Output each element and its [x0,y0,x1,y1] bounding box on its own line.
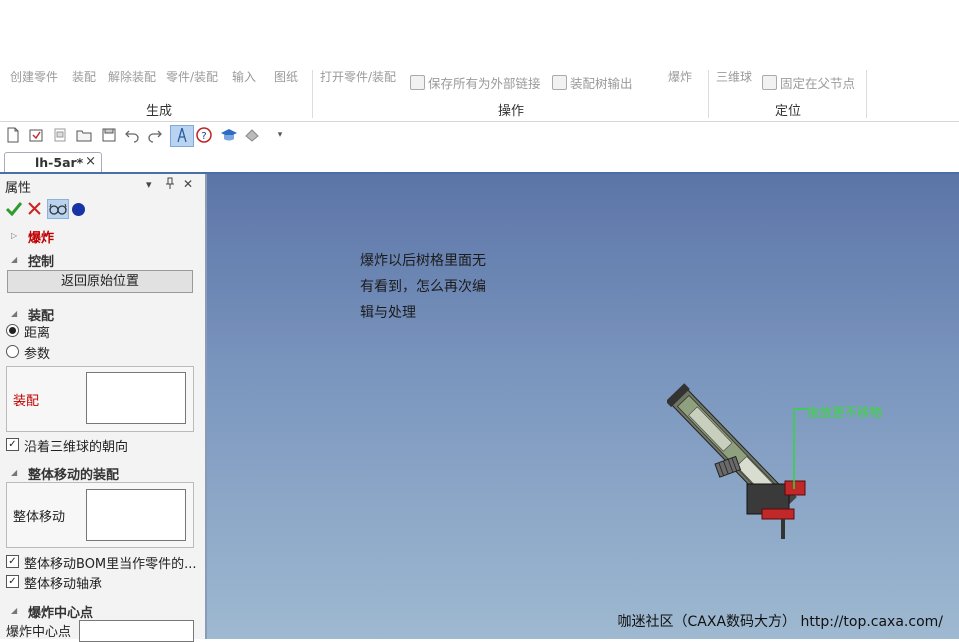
radio-param[interactable] [6,345,19,358]
assembly-select-group: 装配 [6,366,194,432]
panel-close-icon[interactable]: ✕ [183,177,193,191]
ribbon-open-part-button[interactable]: 打开零件/装配 [320,64,396,86]
ribbon-explode-button[interactable]: 爆炸 [668,64,692,86]
render-sphere-icon[interactable] [244,127,260,143]
ribbon-create-part-button[interactable]: 创建零件 [10,64,58,86]
save-link-icon [410,75,425,90]
section-control: 控制 [28,255,55,270]
svg-text:?: ? [201,131,206,142]
chk-whole-bom[interactable]: ✓ [6,555,19,568]
collapse-arrow-icon[interactable]: ◢ [11,468,17,477]
collapse-arrow-icon[interactable]: ◢ [11,255,17,264]
panel-pin-icon[interactable] [165,177,175,192]
chk-triball-label: 沿着三维球的朝向 [24,440,129,455]
ribbon-separator [708,70,709,118]
new-file-icon[interactable] [5,127,21,143]
document-tab-title: lh-5ar* [35,155,84,170]
chk-whole-bearing[interactable]: ✓ [6,575,19,588]
annotation-note: 爆炸以后树格里面无 有看到，怎么再次编 辑与处理 [360,248,520,326]
document-tab[interactable]: lh-5ar* × [4,152,102,173]
save-external-button[interactable]: 保存所有为外部链接 [410,73,541,92]
design-tree-icon[interactable] [170,125,194,147]
ribbon-separator [312,70,313,118]
property-panel: 属性 ▾ ✕ ▷ 爆炸 ◢ 控制 返回原始位置 ◢ 装配 距离 参数 装配 ✓ … [0,174,205,642]
new-design-icon[interactable] [28,127,44,143]
section-whole-move: 整体移动的装配 [28,468,120,483]
watermark-footer: 咖迷社区（CAXA数码大方） http://top.caxa.com/ [617,614,943,630]
chk-whole-bom-label: 整体移动BOM里当作零件的... [24,557,197,572]
exploded-assembly-model[interactable] [667,369,827,549]
radio-distance-label: 距离 [24,326,51,341]
close-tab-icon[interactable]: × [85,154,96,169]
help-icon[interactable]: ? [196,127,212,143]
ribbon: 创建零件 装配 解除装配 零件/装配 输入 图纸 打开零件/装配 保存所有为外部… [0,0,959,122]
annotation-note-line: 辑与处理 [360,305,416,321]
annotation-note-line: 爆炸以后树格里面无 [360,253,486,269]
section-explode[interactable]: 爆炸 [28,227,54,246]
panel-dropdown-icon[interactable]: ▾ [146,178,152,191]
group-label-position: 定位 [775,104,802,119]
panel-title: 属性 [5,181,32,196]
fix-node-icon [762,75,777,90]
ribbon-disassemble-button[interactable]: 解除装配 [108,64,156,86]
ribbon-import-button[interactable]: 输入 [232,64,256,86]
assembly-tree-output-button[interactable]: 装配树输出 [552,73,633,92]
redo-icon[interactable] [147,127,163,143]
group-label-operation: 操作 [498,104,525,119]
graduation-cap-icon[interactable] [220,127,237,143]
open-folder-icon[interactable] [76,127,92,143]
model-annotation-label: 拖放更不移物 [807,405,883,420]
restore-position-button[interactable]: 返回原始位置 [7,270,193,293]
collapse-arrow-icon[interactable]: ◢ [11,309,17,318]
template-icon[interactable] [52,127,68,143]
quick-access-toolbar: ? ▾ [0,124,959,147]
apply-dot-icon[interactable] [72,203,85,216]
chk-triball-orient[interactable]: ✓ [6,438,19,451]
whole-move-label: 整体移动 [13,510,66,525]
expand-arrow-icon[interactable]: ▷ [11,231,17,240]
ribbon-triball-button[interactable]: 三维球 [716,64,752,86]
radio-param-label: 参数 [24,347,51,362]
radio-distance[interactable] [6,324,19,337]
section-explode-center: 爆炸中心点 [28,606,94,621]
ribbon-separator [866,70,867,118]
tree-output-icon [552,75,567,90]
cancel-x-icon[interactable] [27,201,42,220]
ribbon-divider [0,121,959,122]
assembly-select-box[interactable] [86,372,186,424]
confirm-check-icon[interactable] [5,200,23,221]
collapse-arrow-icon[interactable]: ◢ [11,606,17,615]
ribbon-part-assembly-button[interactable]: 零件/装配 [166,64,218,86]
group-label-generate: 生成 [146,104,173,119]
chk-whole-bearing-label: 整体移动轴承 [24,577,103,592]
annotation-note-line: 有看到，怎么再次编 [360,279,486,295]
whole-move-select-box[interactable] [86,489,186,541]
undo-icon[interactable] [124,127,140,143]
explode-center-label: 爆炸中心点 [6,625,72,640]
customize-dropdown-icon[interactable]: ▾ [272,127,288,143]
ribbon-drawing-button[interactable]: 图纸 [274,64,298,86]
document-tabbar: lh-5ar* × [0,150,959,173]
preview-glasses-icon[interactable] [47,199,69,219]
3d-viewport[interactable]: 爆炸以后树格里面无 有看到，怎么再次编 辑与处理 拖放更不移物 咖迷社区（CAX… [207,174,959,639]
fix-parent-button[interactable]: 固定在父节点 [762,73,855,92]
assembly-select-label: 装配 [13,394,40,409]
ribbon-assembly-button[interactable]: 装配 [72,64,96,86]
whole-move-group: 整体移动 [6,482,194,548]
save-icon[interactable] [101,127,117,143]
